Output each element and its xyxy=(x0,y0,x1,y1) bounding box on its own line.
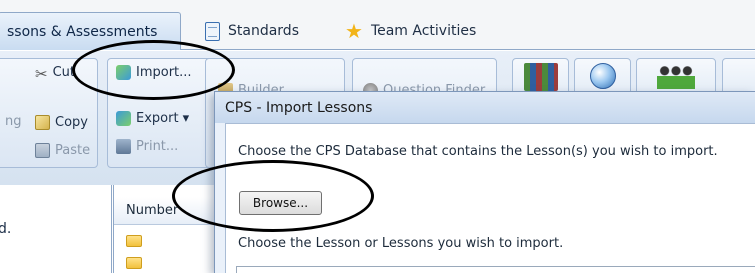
import-icon xyxy=(116,65,131,80)
clipped-label: ng xyxy=(5,114,22,129)
number-column-header[interactable]: Number xyxy=(114,197,224,225)
lesson-list: Number xyxy=(113,185,224,273)
print-label: Print... xyxy=(136,139,179,154)
export-label: Export ▾ xyxy=(136,111,190,126)
export-icon xyxy=(116,111,131,126)
import-export-group: Import... Export ▾ Print... xyxy=(107,58,219,168)
tab-standards[interactable]: Standards xyxy=(205,12,299,50)
dialog-title: CPS - Import Lessons xyxy=(225,99,373,116)
clipboard-icon xyxy=(35,143,50,158)
copy-label: Copy xyxy=(55,115,88,130)
paste-label: Paste xyxy=(55,143,91,158)
column-header-label: Number xyxy=(126,203,179,218)
clipboard-group: ng ✂ Cut Copy Paste xyxy=(0,58,98,168)
database-instruction: Choose the CPS Database that contains th… xyxy=(238,144,718,159)
ribbon-tab-bar: ssons & Assessments Standards ★ Team Act… xyxy=(0,0,755,50)
left-panel: d. xyxy=(0,185,112,273)
cut-button[interactable]: ✂ Cut xyxy=(35,65,75,83)
folder-icon[interactable] xyxy=(126,257,142,269)
tab-label: Team Activities xyxy=(370,23,477,39)
print-button[interactable]: Print... xyxy=(116,139,178,154)
printer-icon xyxy=(116,139,131,154)
lesson-selection-list[interactable] xyxy=(236,266,755,273)
document-icon xyxy=(205,21,220,41)
copy-icon xyxy=(35,115,50,130)
scissors-icon: ✂ xyxy=(35,65,48,83)
globe-icon xyxy=(589,63,616,89)
tab-lessons-assessments[interactable]: ssons & Assessments xyxy=(0,12,181,50)
export-button[interactable]: Export ▾ xyxy=(116,111,189,126)
star-icon: ★ xyxy=(345,19,363,43)
tab-label: Standards xyxy=(228,23,299,39)
import-button[interactable]: Import... xyxy=(116,65,192,80)
dialog-body: Choose the CPS Database that contains th… xyxy=(225,123,755,273)
lessons-instruction: Choose the Lesson or Lessons you wish to… xyxy=(238,236,564,251)
paste-button[interactable]: Paste xyxy=(35,143,90,158)
tab-label: ssons & Assessments xyxy=(7,23,158,40)
tab-team-activities[interactable]: ★ Team Activities xyxy=(345,12,476,50)
copy-button[interactable]: Copy xyxy=(35,115,88,130)
cut-label: Cut xyxy=(52,65,75,80)
left-panel-text: d. xyxy=(0,221,12,237)
folder-icon[interactable] xyxy=(126,235,142,247)
dialog-title-bar[interactable]: CPS - Import Lessons xyxy=(215,92,755,123)
browse-button[interactable]: Browse... xyxy=(239,191,322,215)
import-label: Import... xyxy=(136,65,192,80)
people-icon xyxy=(657,63,695,89)
import-lessons-dialog: CPS - Import Lessons Choose the CPS Data… xyxy=(214,91,755,273)
books-icon xyxy=(523,63,558,91)
